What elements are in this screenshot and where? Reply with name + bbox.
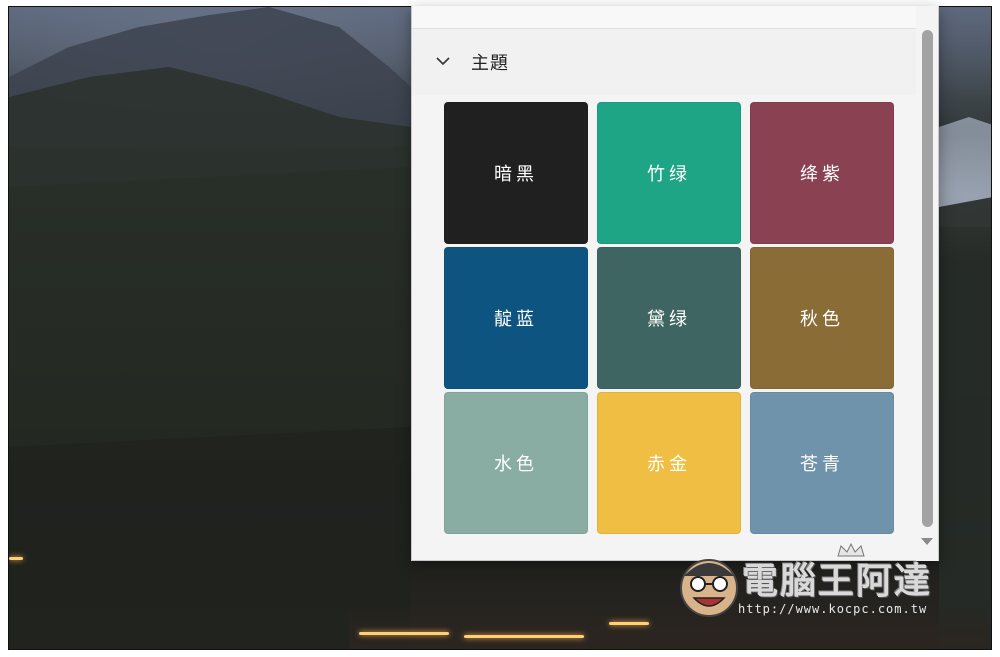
theme-swatch-dark-green[interactable]: 黛绿 — [597, 247, 741, 389]
village-light — [9, 557, 23, 560]
theme-swatch-autumn[interactable]: 秋色 — [750, 247, 894, 389]
watermark-title: 電腦王阿達 — [742, 561, 933, 602]
mascot-face-icon — [680, 559, 738, 617]
chevron-down-icon[interactable] — [435, 53, 451, 69]
scrollbar-thumb[interactable] — [922, 30, 933, 527]
theme-swatch-cyan-blue[interactable]: 苍青 — [750, 392, 894, 534]
watermark-logo: 電腦王阿達 http://www.kocpc.com.tw — [676, 540, 976, 630]
panel-scrollbar[interactable] — [916, 6, 938, 561]
theme-section-header[interactable]: 主題 — [412, 29, 918, 95]
theme-swatch-crimson-purple[interactable]: 绛紫 — [750, 102, 894, 244]
village-light — [609, 622, 649, 625]
village-light — [359, 632, 449, 635]
theme-swatch-red-gold[interactable]: 赤金 — [597, 392, 741, 534]
theme-settings-panel: 主題 暗黑 竹绿 绛紫 靛蓝 黛绿 秋色 水色 赤金 苍青 — [411, 6, 939, 561]
theme-section-title: 主題 — [471, 53, 509, 74]
panel-previous-section-edge — [412, 6, 918, 29]
theme-swatch-bamboo-green[interactable]: 竹绿 — [597, 102, 741, 244]
watermark-url: http://www.kocpc.com.tw — [738, 602, 928, 616]
theme-swatch-indigo[interactable]: 靛蓝 — [444, 247, 588, 389]
village-light — [464, 635, 584, 638]
theme-swatch-dark[interactable]: 暗黑 — [444, 102, 588, 244]
theme-swatch-grid: 暗黑 竹绿 绛紫 靛蓝 黛绿 秋色 水色 赤金 苍青 — [444, 102, 894, 534]
theme-swatch-water[interactable]: 水色 — [444, 392, 588, 534]
